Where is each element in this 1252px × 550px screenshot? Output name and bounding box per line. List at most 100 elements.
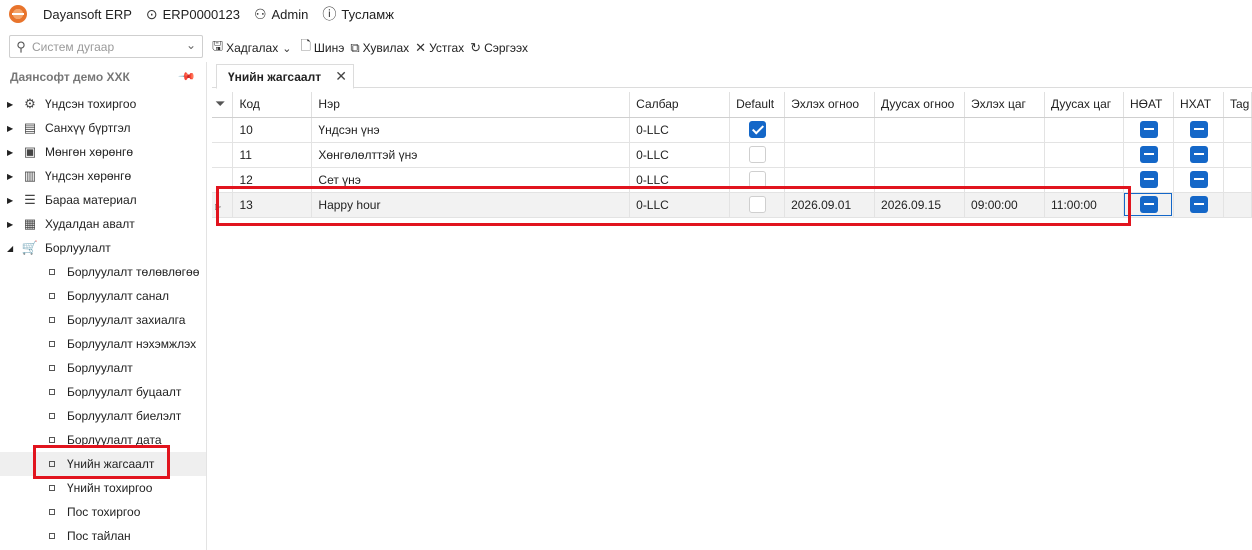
cell-start-date[interactable]: 2026.09.01	[784, 192, 876, 218]
column-header-code[interactable]: Код	[232, 92, 313, 118]
table-row[interactable]: 12 Сет үнэ 0-LLC	[212, 167, 1252, 193]
close-icon[interactable]: ✕	[335, 68, 347, 85]
column-header-vat[interactable]: НӨАТ	[1123, 92, 1174, 118]
column-header-branch[interactable]: Салбар	[629, 92, 731, 118]
vat-toggle[interactable]	[1139, 196, 1158, 213]
cell-start-date[interactable]	[784, 167, 876, 193]
help-link[interactable]: ⓘ Тусламж	[322, 4, 394, 24]
default-checkbox[interactable]	[749, 121, 767, 138]
sidebar-item-pos-settings[interactable]: Пос тохиргоо	[0, 500, 206, 524]
default-checkbox[interactable]	[749, 146, 767, 163]
sidebar-item-sales-return[interactable]: Борлуулалт буцаалт	[0, 380, 206, 404]
cell-default[interactable]	[729, 167, 786, 193]
vat-toggle[interactable]	[1139, 121, 1158, 138]
sidebar-item-finance[interactable]: ▶ ▤ Санхүү бүртгэл	[0, 116, 206, 140]
cell-start-time[interactable]: 09:00:00	[964, 192, 1045, 218]
copy-button[interactable]: ⧉ Хувилах	[350, 40, 409, 56]
expand-arrow-icon[interactable]: ▶	[7, 148, 17, 157]
pin-icon[interactable]: 📌	[178, 67, 197, 86]
sidebar-item-sales-invoice[interactable]: Борлуулалт нэхэмжлэх	[0, 332, 206, 356]
column-header-name[interactable]: Нэр	[311, 92, 631, 118]
chevron-down-icon[interactable]: ⌄	[186, 38, 196, 52]
save-dropdown-icon[interactable]: ⌄	[282, 42, 291, 55]
cell-branch[interactable]: 0-LLC	[629, 117, 731, 143]
row-indicator[interactable]: ▷	[212, 192, 234, 218]
cell-tag[interactable]	[1223, 142, 1252, 168]
user-menu[interactable]: ⚇ Admin	[254, 6, 308, 23]
cell-tag[interactable]	[1223, 117, 1252, 143]
sidebar-item-sales[interactable]: ◢ 🛒 Борлуулалт	[0, 236, 206, 260]
row-indicator[interactable]	[212, 142, 234, 168]
cell-city-tax[interactable]	[1173, 192, 1224, 218]
sidebar-item-sales-order[interactable]: Борлуулалт захиалга	[0, 308, 206, 332]
database-selector[interactable]: ⊙ ERP0000123	[146, 6, 240, 23]
search-input[interactable]	[32, 39, 177, 54]
expand-arrow-icon[interactable]: ▶	[7, 172, 17, 181]
cell-vat[interactable]	[1123, 142, 1174, 168]
table-row-selected[interactable]: ▷ 13 Happy hour 0-LLC 2026.09.01 2026.09…	[212, 192, 1252, 218]
cell-start-date[interactable]	[784, 117, 876, 143]
cell-vat[interactable]	[1123, 167, 1174, 193]
cell-name[interactable]: Happy hour	[311, 192, 631, 218]
cell-vat[interactable]	[1123, 117, 1174, 143]
expand-arrow-icon[interactable]: ▶	[7, 196, 17, 205]
row-indicator[interactable]	[212, 167, 234, 193]
cell-end-date[interactable]	[874, 167, 966, 193]
cell-default[interactable]	[729, 117, 786, 143]
cell-code[interactable]: 10	[232, 117, 313, 143]
expand-arrow-icon[interactable]: ▶	[7, 124, 17, 133]
column-header-end-time[interactable]: Дуусах цаг	[1044, 92, 1124, 118]
city-tax-toggle[interactable]	[1189, 121, 1208, 138]
cell-code[interactable]: 13	[232, 192, 313, 218]
sidebar-item-sales-data[interactable]: Борлуулалт дата	[0, 428, 206, 452]
cell-name[interactable]: Сет үнэ	[311, 167, 631, 193]
cell-default[interactable]	[729, 142, 786, 168]
sidebar-item-price-list[interactable]: Үнийн жагсаалт	[0, 452, 206, 476]
cell-branch[interactable]: 0-LLC	[629, 192, 731, 218]
city-tax-toggle[interactable]	[1189, 146, 1208, 163]
sidebar-item-inventory[interactable]: ▶ ☰ Бараа материал	[0, 188, 206, 212]
cell-name[interactable]: Үндсэн үнэ	[311, 117, 631, 143]
vat-toggle[interactable]	[1139, 171, 1158, 188]
system-number-search[interactable]: ⚲ ⌄	[9, 35, 203, 58]
table-row[interactable]: 10 Үндсэн үнэ 0-LLC	[212, 117, 1252, 143]
cell-end-time[interactable]	[1044, 142, 1124, 168]
sidebar-item-pos-report[interactable]: Пос тайлан	[0, 524, 206, 548]
cell-start-time[interactable]	[964, 167, 1045, 193]
cell-code[interactable]: 11	[232, 142, 313, 168]
sidebar-item-sales-plan[interactable]: Борлуулалт төлөвлөгөө	[0, 260, 206, 284]
sidebar-item-cash[interactable]: ▶ ▣ Мөнгөн хөрөнгө	[0, 140, 206, 164]
collapse-arrow-icon[interactable]: ◢	[7, 244, 17, 253]
cell-end-time[interactable]: 11:00:00	[1044, 192, 1124, 218]
sidebar-item-sales-performance[interactable]: Борлуулалт биелэлт	[0, 404, 206, 428]
cell-tag[interactable]	[1223, 192, 1252, 218]
delete-button[interactable]: ✕ Устгах	[415, 40, 464, 56]
tab-price-list[interactable]: Үнийн жагсаалт ✕	[216, 64, 354, 89]
cell-start-time[interactable]	[964, 117, 1045, 143]
sidebar-item-basic-settings[interactable]: ▶ ⚙ Үндсэн тохиргоо	[0, 92, 206, 116]
sidebar-item-price-settings[interactable]: Үнийн тохиргоо	[0, 476, 206, 500]
expand-arrow-icon[interactable]: ▶	[7, 220, 17, 229]
cell-start-date[interactable]	[784, 142, 876, 168]
sidebar-item-sales[interactable]: Борлуулалт	[0, 356, 206, 380]
column-header-default[interactable]: Default	[729, 92, 786, 118]
cell-vat[interactable]	[1123, 192, 1174, 218]
sidebar-item-fixed-assets[interactable]: ▶ ▥ Үндсэн хөрөнгө	[0, 164, 206, 188]
sidebar-item-purchase[interactable]: ▶ ▦ Худалдан авалт	[0, 212, 206, 236]
expand-arrow-icon[interactable]: ▶	[7, 100, 17, 109]
column-header-tag[interactable]: Tag	[1223, 92, 1252, 118]
cell-code[interactable]: 12	[232, 167, 313, 193]
cell-default[interactable]	[729, 192, 786, 218]
cell-end-date[interactable]	[874, 117, 966, 143]
vat-toggle[interactable]	[1139, 146, 1158, 163]
new-button[interactable]: 🗋 Шинэ	[300, 37, 344, 59]
save-button[interactable]: 🖫 Хадгалах ⌄	[212, 37, 294, 59]
table-row[interactable]: 11 Хөнгөлөлттэй үнэ 0-LLC	[212, 142, 1252, 168]
cell-branch[interactable]: 0-LLC	[629, 142, 731, 168]
cell-end-date[interactable]: 2026.09.15	[874, 192, 966, 218]
default-checkbox[interactable]	[749, 171, 767, 188]
cell-tag[interactable]	[1223, 167, 1252, 193]
column-header-city-tax[interactable]: НХАТ	[1173, 92, 1224, 118]
filter-button[interactable]: ⏷	[212, 92, 234, 118]
cell-city-tax[interactable]	[1173, 117, 1224, 143]
